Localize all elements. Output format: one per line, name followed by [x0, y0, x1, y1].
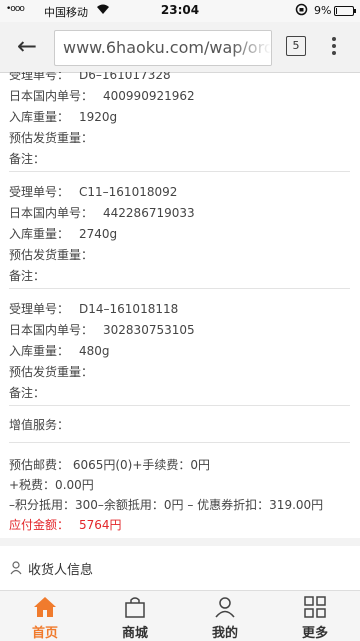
overflow-menu-button[interactable] — [326, 34, 342, 58]
shopping-bag-icon — [123, 596, 147, 618]
tax-row: +税费：0.00円 — [9, 478, 94, 492]
value-added-row: 增值服务： — [9, 418, 70, 432]
back-button[interactable]: ← — [14, 34, 40, 60]
section-gap — [0, 538, 360, 546]
menu-dot-icon — [332, 37, 336, 41]
tab-home[interactable]: 首页 — [0, 591, 90, 641]
status-bar: •ooo 中国移动 23:04 9% — [0, 0, 360, 22]
menu-dot-icon — [332, 51, 336, 55]
weight-row: 入库重量： 1920g — [9, 110, 118, 124]
domestic-number-row: 日本国内单号： 442286719033 — [9, 206, 195, 220]
estimated-weight-row: 预估发货重量： — [9, 131, 94, 145]
home-icon — [33, 596, 57, 618]
order-number-row: 受理单号： C11–161018092 — [9, 185, 178, 199]
bottom-tab-bar: 首页 商城 我的 更多 — [0, 590, 360, 641]
order-number-row: 受理单号： D6–161017328 — [9, 72, 171, 82]
grid-icon — [303, 596, 327, 618]
item-divider — [9, 405, 350, 406]
tab-switcher-button[interactable]: 5 — [286, 36, 306, 56]
orientation-lock-icon — [295, 3, 308, 19]
receiver-info-label: 收货人信息 — [28, 563, 94, 578]
battery-level — [336, 8, 337, 14]
payable-label: 应付金额： — [9, 518, 70, 532]
deductions-row: –积分抵用：300–余额抵用：0円 – 优惠券折扣：319.00円 — [9, 498, 324, 512]
tab-more[interactable]: 更多 — [270, 591, 360, 641]
item-divider — [9, 288, 350, 289]
weight-row: 入库重量： 480g — [9, 344, 110, 358]
note-row: 备注： — [9, 152, 46, 166]
payable-amount-row: 应付金额： 5764円 — [9, 516, 122, 533]
tab-label: 我的 — [211, 626, 238, 641]
note-row: 备注： — [9, 269, 46, 283]
order-number-row: 受理单号： D14–161018118 — [9, 302, 179, 316]
tab-mine[interactable]: 我的 — [180, 591, 270, 641]
battery-icon — [334, 6, 356, 16]
note-row: 备注： — [9, 386, 46, 400]
payable-value: 5764円 — [79, 518, 122, 532]
tab-label: 首页 — [31, 626, 58, 641]
browser-toolbar: ← www.6haoku.com/wap/order 5 — [0, 22, 360, 73]
section-divider — [9, 442, 350, 443]
user-icon — [213, 596, 237, 618]
postage-fee-row: 预估邮费： 6065円(0)+手续费：0円 — [9, 458, 211, 472]
person-icon — [10, 560, 22, 575]
battery-percent: 9% — [314, 4, 332, 17]
tab-label: 更多 — [301, 626, 328, 641]
weight-row: 入库重量： 2740g — [9, 227, 118, 241]
url-fade — [231, 31, 271, 65]
estimated-weight-row: 预估发货重量： — [9, 365, 94, 379]
menu-dot-icon — [332, 44, 336, 48]
tab-mall[interactable]: 商城 — [90, 591, 180, 641]
estimated-weight-row: 预估发货重量： — [9, 248, 94, 262]
item-divider — [9, 171, 350, 172]
domestic-number-row: 日本国内单号： 400990921962 — [9, 89, 195, 103]
domestic-number-row: 日本国内单号： 302830753105 — [9, 323, 195, 337]
address-bar[interactable]: www.6haoku.com/wap/order — [54, 30, 272, 66]
tab-label: 商城 — [121, 626, 148, 641]
order-detail-content: 受理单号： D6–161017328 日本国内单号： 400990921962 入库… — [0, 72, 360, 590]
receiver-info-header[interactable]: 收货人信息 — [0, 546, 360, 590]
